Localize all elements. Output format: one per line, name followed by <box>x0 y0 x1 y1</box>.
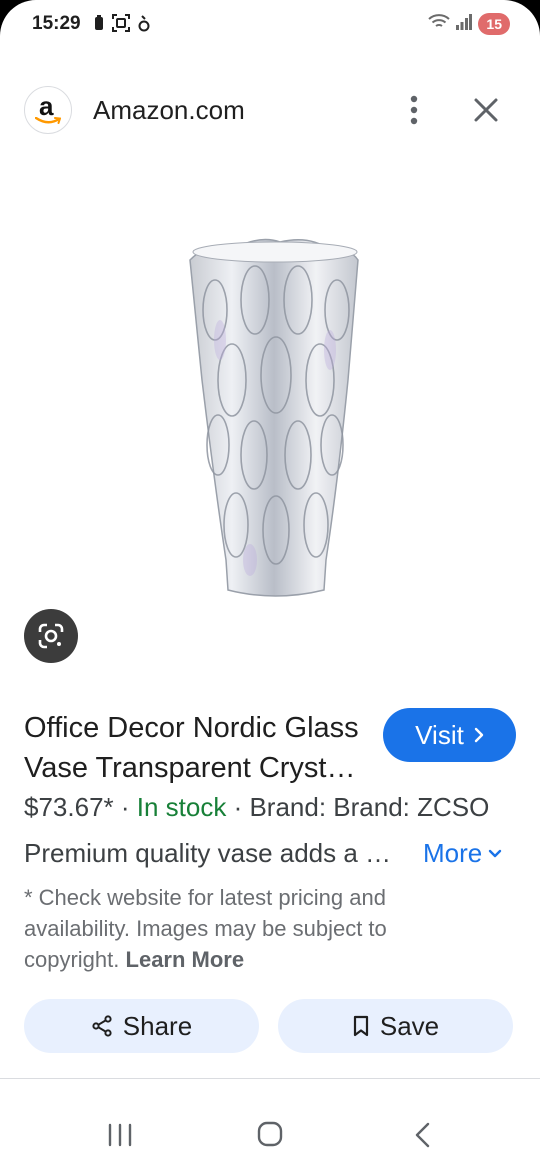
home-icon <box>257 1121 283 1147</box>
product-description: Premium quality vase adds a touch of ele… <box>24 838 394 868</box>
separator: · <box>113 792 137 822</box>
price-line: $73.67* · In stock · Brand: Brand: ZCSO <box>24 792 489 823</box>
divider <box>0 1078 540 1079</box>
screenshot-icon <box>112 14 130 37</box>
share-button[interactable]: Share <box>24 999 259 1053</box>
chevron-down-icon <box>489 849 502 857</box>
more-options-button[interactable] <box>398 90 430 130</box>
amazon-smile-icon <box>35 117 61 124</box>
recent-apps-button[interactable] <box>106 1123 134 1152</box>
site-logo: a <box>24 86 72 134</box>
status-icons-right: 15 <box>428 13 510 35</box>
stock-status: In stock <box>136 792 227 822</box>
recent-apps-icon <box>108 1123 132 1147</box>
more-vert-icon <box>410 95 418 125</box>
product-title: Office Decor Nordic Glass Vase Transpare… <box>24 712 359 784</box>
wifi-icon <box>428 13 451 35</box>
learn-more-link[interactable]: Learn More <box>126 947 245 972</box>
disclaimer: * Check website for latest pricing and a… <box>24 882 434 975</box>
header: a Amazon.com <box>0 80 540 140</box>
back-icon <box>415 1122 430 1148</box>
back-button[interactable] <box>412 1121 432 1154</box>
save-button-label: Save <box>379 1010 440 1041</box>
chevron-right-icon <box>474 727 484 743</box>
visit-button-label: Visit <box>415 719 464 750</box>
home-button[interactable] <box>257 1121 283 1152</box>
battery-saver-icon <box>94 15 104 36</box>
signal-icon <box>456 13 473 35</box>
product-image[interactable] <box>180 230 370 610</box>
visit-button[interactable]: Visit <box>383 708 516 762</box>
screen: 15:29 15 a Amazon.com Office Decor Nordi… <box>0 0 540 1170</box>
close-button[interactable] <box>468 92 504 128</box>
status-time: 15:29 <box>32 13 81 34</box>
save-button[interactable]: Save <box>278 999 513 1053</box>
share-icon <box>92 1015 112 1037</box>
close-icon <box>474 98 498 122</box>
battery-level-badge: 15 <box>478 13 510 35</box>
more-button-label: More <box>423 838 483 868</box>
glass-vase-image <box>189 238 359 597</box>
product-brand: Brand: Brand: ZCSO <box>249 792 490 822</box>
alarm-icon <box>138 14 150 37</box>
bookmark-icon <box>353 1015 368 1037</box>
lens-icon <box>38 623 64 649</box>
status-bar: 15:29 15 <box>0 0 540 52</box>
separator: · <box>226 792 250 822</box>
product-price: $73.67* <box>24 792 114 822</box>
site-name[interactable]: Amazon.com <box>93 95 245 126</box>
system-nav-bar <box>0 1105 540 1170</box>
lens-search-button[interactable] <box>24 609 78 663</box>
more-button[interactable]: More <box>423 838 502 869</box>
status-icons-left <box>94 14 150 37</box>
share-button-label: Share <box>122 1010 193 1041</box>
